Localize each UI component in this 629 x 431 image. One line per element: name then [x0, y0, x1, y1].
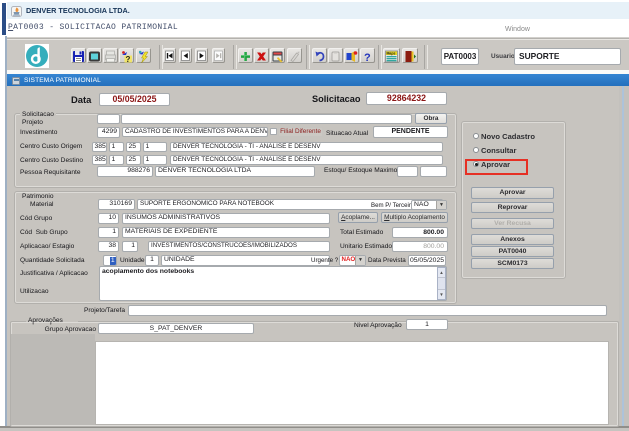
svg-text:?: ? — [364, 52, 371, 64]
svg-text:Maps: Maps — [387, 51, 396, 55]
svg-text:?: ? — [126, 55, 131, 64]
